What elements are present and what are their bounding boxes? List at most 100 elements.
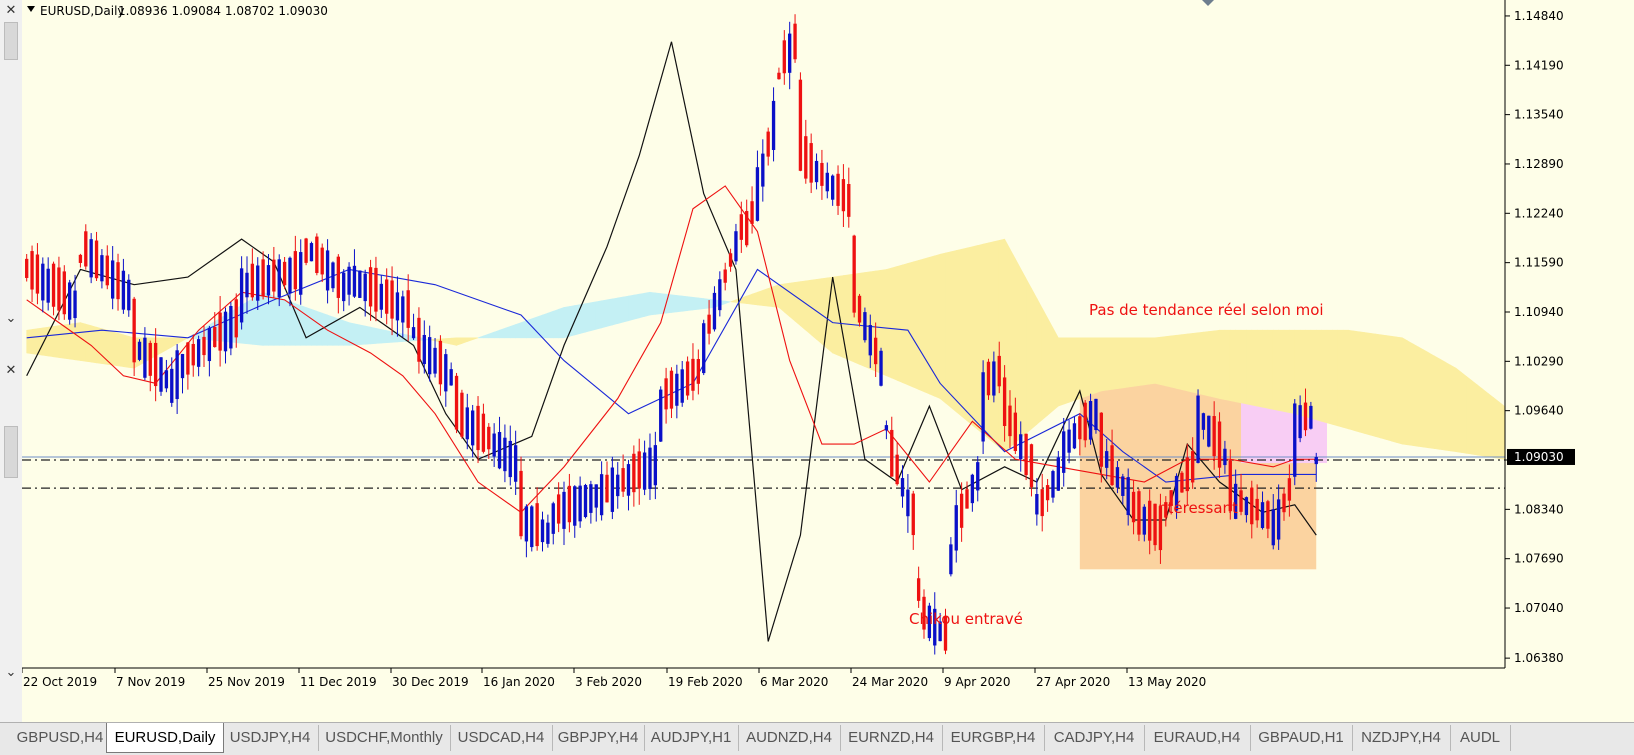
kumo-cloud-slice bbox=[1106, 337, 1113, 391]
candle-body bbox=[336, 256, 340, 298]
candle-body bbox=[610, 467, 615, 512]
kumo-cloud-slice bbox=[1455, 367, 1462, 453]
candle-body bbox=[1078, 416, 1082, 440]
candle-body bbox=[1250, 487, 1254, 525]
candle-body bbox=[213, 327, 217, 348]
candle-body bbox=[1088, 401, 1093, 440]
kumo-cloud-slice bbox=[1246, 329, 1253, 406]
x-tick-label: 30 Dec 2019 bbox=[392, 675, 469, 689]
kumo-cloud-slice bbox=[703, 298, 710, 310]
candle-body bbox=[175, 350, 179, 400]
chart-area[interactable]: 1.14840 1.14190 1.13540 1.12890 1.12240 1.115… bbox=[21, 0, 1634, 722]
candle-body bbox=[444, 354, 448, 392]
candle-body bbox=[605, 474, 609, 503]
candle-body bbox=[949, 544, 953, 575]
candle-body bbox=[164, 370, 169, 389]
candle-body bbox=[777, 72, 781, 80]
kumo-cloud-slice bbox=[1380, 334, 1387, 440]
symbol-tab[interactable]: USDCAD,H4 bbox=[450, 725, 553, 751]
symbol-tab[interactable]: EURNZD,H4 bbox=[840, 725, 943, 751]
candle-body bbox=[78, 254, 83, 263]
kumo-cloud-slice bbox=[1358, 331, 1365, 434]
candle-body bbox=[73, 290, 77, 319]
candle-body bbox=[1099, 412, 1103, 467]
close-icon[interactable]: ✕ bbox=[0, 2, 22, 20]
candle-body bbox=[884, 425, 889, 431]
symbol-tab[interactable]: NZDJPY,H4 bbox=[1352, 725, 1451, 751]
kumo-cloud-slice bbox=[665, 293, 672, 314]
kumo-cloud-slice bbox=[1342, 329, 1349, 430]
symbol-tab[interactable]: AUDL bbox=[1450, 725, 1511, 751]
kumo-cloud-slice bbox=[757, 289, 764, 306]
symbol-tab[interactable]: GBPJPY,H4 bbox=[552, 725, 645, 751]
candle-body bbox=[1083, 402, 1087, 441]
candle-body bbox=[551, 503, 555, 534]
symbol-tab[interactable]: USDJPY,H4 bbox=[222, 725, 319, 751]
y-tick-label: 1.10940 bbox=[1514, 305, 1564, 319]
kumo-cloud-slice bbox=[945, 251, 952, 409]
candle-body bbox=[460, 392, 464, 437]
symbol-tab[interactable]: USDCHF,Monthly bbox=[318, 725, 451, 751]
candle-body bbox=[1260, 502, 1265, 529]
symbol-tab[interactable]: AUDNZD,H4 bbox=[738, 725, 841, 751]
candle-body bbox=[476, 405, 480, 451]
y-tick-label: 1.09640 bbox=[1514, 404, 1564, 418]
candle-body bbox=[1287, 478, 1292, 501]
kumo-cloud-slice bbox=[1192, 332, 1199, 394]
kumo-cloud-slice bbox=[106, 329, 113, 366]
candle-body bbox=[1056, 457, 1061, 491]
close-icon[interactable]: ✕ bbox=[0, 362, 22, 380]
scrollbar-thumb[interactable] bbox=[4, 426, 18, 478]
candle-body bbox=[170, 368, 174, 403]
candle-body bbox=[1126, 477, 1130, 516]
kumo-cloud-slice bbox=[1095, 337, 1102, 394]
chevron-down-icon[interactable]: ⌄ bbox=[0, 310, 22, 328]
candle-body bbox=[46, 268, 50, 303]
candle-body bbox=[207, 327, 212, 362]
price-chart[interactable]: 1.14840 1.14190 1.13540 1.12890 1.12240 1.115… bbox=[21, 0, 1634, 722]
symbol-tab[interactable]: AUDJPY,H1 bbox=[644, 725, 739, 751]
kumo-cloud-slice bbox=[1133, 337, 1140, 387]
kumo-cloud-slice bbox=[542, 312, 549, 339]
candle-body bbox=[696, 359, 701, 384]
symbol-tab[interactable]: EURAUD,H4 bbox=[1144, 725, 1251, 751]
scrollbar-thumb[interactable] bbox=[4, 22, 18, 60]
candle-body bbox=[196, 339, 201, 367]
candle-body bbox=[62, 271, 66, 315]
kumo-cloud-slice bbox=[504, 325, 511, 339]
kumo-cloud-slice bbox=[832, 275, 839, 356]
kumo-cloud-slice bbox=[450, 337, 457, 346]
y-tick-label: 1.14840 bbox=[1514, 9, 1564, 23]
candle-body bbox=[342, 272, 346, 302]
kumo-cloud-slice bbox=[1412, 343, 1419, 447]
kumo-cloud-slice bbox=[558, 307, 565, 339]
symbol-tab[interactable]: EURGBP,H4 bbox=[942, 725, 1045, 751]
symbol-tab[interactable]: GBPUSD,H4 bbox=[14, 725, 107, 751]
candle-body bbox=[417, 317, 421, 362]
symbol-tab[interactable]: CADJPY,H4 bbox=[1044, 725, 1145, 751]
candle-body bbox=[470, 410, 475, 446]
kumo-cloud-slice bbox=[1186, 333, 1193, 393]
kumo-cloud-slice bbox=[1407, 340, 1414, 446]
candle-body bbox=[578, 485, 582, 522]
candle-body bbox=[277, 259, 281, 298]
candle-body bbox=[653, 445, 658, 486]
candle-body bbox=[616, 474, 620, 497]
kumo-cloud-slice bbox=[1315, 329, 1322, 422]
candle-body bbox=[390, 280, 394, 319]
x-tick-label: 9 Apr 2020 bbox=[944, 675, 1011, 689]
kumo-cloud-slice bbox=[638, 292, 645, 319]
kumo-cloud-slice bbox=[515, 322, 522, 339]
candle-body bbox=[159, 357, 163, 392]
candle-body bbox=[127, 279, 131, 311]
candle-body bbox=[1142, 506, 1146, 535]
symbol-tab[interactable]: EURUSD,Daily bbox=[106, 723, 224, 753]
candle-body bbox=[100, 255, 104, 282]
chevron-down-icon[interactable]: ⌄ bbox=[0, 664, 22, 682]
kumo-cloud-slice bbox=[644, 291, 651, 317]
candle-body bbox=[223, 311, 228, 352]
candle-body bbox=[567, 485, 572, 523]
kumo-cloud-slice bbox=[762, 288, 769, 307]
candle-body bbox=[1201, 413, 1206, 430]
symbol-tab[interactable]: GBPAUD,H1 bbox=[1250, 725, 1353, 751]
